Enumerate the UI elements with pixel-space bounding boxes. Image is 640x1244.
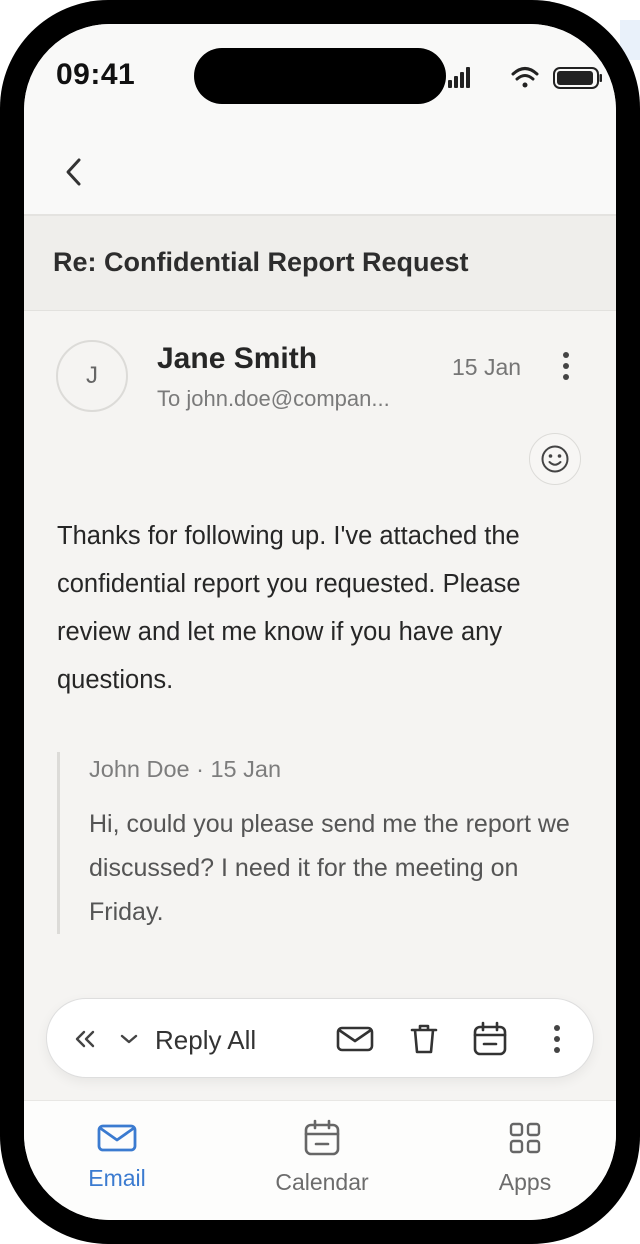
chevron-down-icon (120, 1034, 138, 1044)
more-vertical-icon (563, 352, 569, 380)
sender-name[interactable]: Jane Smith (157, 342, 317, 376)
action-more-button[interactable] (545, 1021, 569, 1057)
tab-email[interactable]: Email (47, 1101, 187, 1220)
status-icons (442, 62, 602, 94)
tab-apps[interactable]: Apps (455, 1101, 595, 1220)
quoted-message-meta: John Doe · 15 Jan (89, 756, 282, 782)
tab-calendar-label: Calendar (275, 1169, 369, 1195)
subject-bar: Re: Confidential Report Request (24, 216, 616, 311)
tab-calendar[interactable]: Calendar (252, 1101, 392, 1220)
avatar[interactable]: J (56, 340, 128, 412)
reply-all-label[interactable]: Reply All (155, 1025, 256, 1056)
quoted-message-text: Hi, could you please send me the report … (89, 810, 570, 926)
reply-all-icon (75, 1030, 95, 1048)
email-date: 15 Jan (452, 354, 522, 380)
tab-apps-label: Apps (498, 1169, 552, 1195)
quote-divider (57, 752, 60, 934)
apps-grid-icon (504, 1117, 546, 1159)
mail-icon (96, 1117, 138, 1159)
email-subject: Re: Confidential Report Request (53, 247, 469, 277)
back-button[interactable] (54, 152, 94, 192)
message-action-bar: Reply All (46, 998, 594, 1078)
phone-frame: 09:41 Re: Confidential Report Request J … (0, 0, 640, 1244)
tab-email-label: Email (88, 1165, 146, 1191)
message-more-button[interactable] (550, 346, 582, 386)
recipient-line[interactable]: To john.doe@compan... (157, 386, 437, 412)
add-reaction-button[interactable] (529, 433, 581, 485)
reply-all-button[interactable] (71, 1025, 99, 1053)
schedule-button[interactable] (470, 1019, 510, 1059)
bottom-tab-bar: Email Calendar Apps (24, 1100, 616, 1220)
calendar-icon (473, 1021, 507, 1056)
more-vertical-icon (554, 1025, 560, 1053)
email-body: Thanks for following up. I've attached t… (57, 522, 521, 694)
trash-icon (410, 1024, 438, 1054)
reply-options-dropdown[interactable] (117, 1025, 141, 1053)
mark-unread-button[interactable] (335, 1021, 375, 1057)
wifi-icon (511, 67, 539, 88)
envelope-icon (336, 1026, 374, 1052)
signal-icon (448, 67, 470, 88)
calendar-icon (301, 1117, 343, 1159)
status-bar: 09:41 (24, 24, 616, 134)
status-time: 09:41 (56, 58, 136, 91)
dynamic-island (194, 48, 446, 104)
navigation-bar (24, 134, 616, 216)
smiley-icon (541, 445, 569, 473)
delete-button[interactable] (406, 1021, 442, 1057)
chevron-left-icon (66, 158, 81, 186)
battery-icon (553, 67, 602, 89)
screen: 09:41 Re: Confidential Report Request J … (24, 24, 616, 1220)
